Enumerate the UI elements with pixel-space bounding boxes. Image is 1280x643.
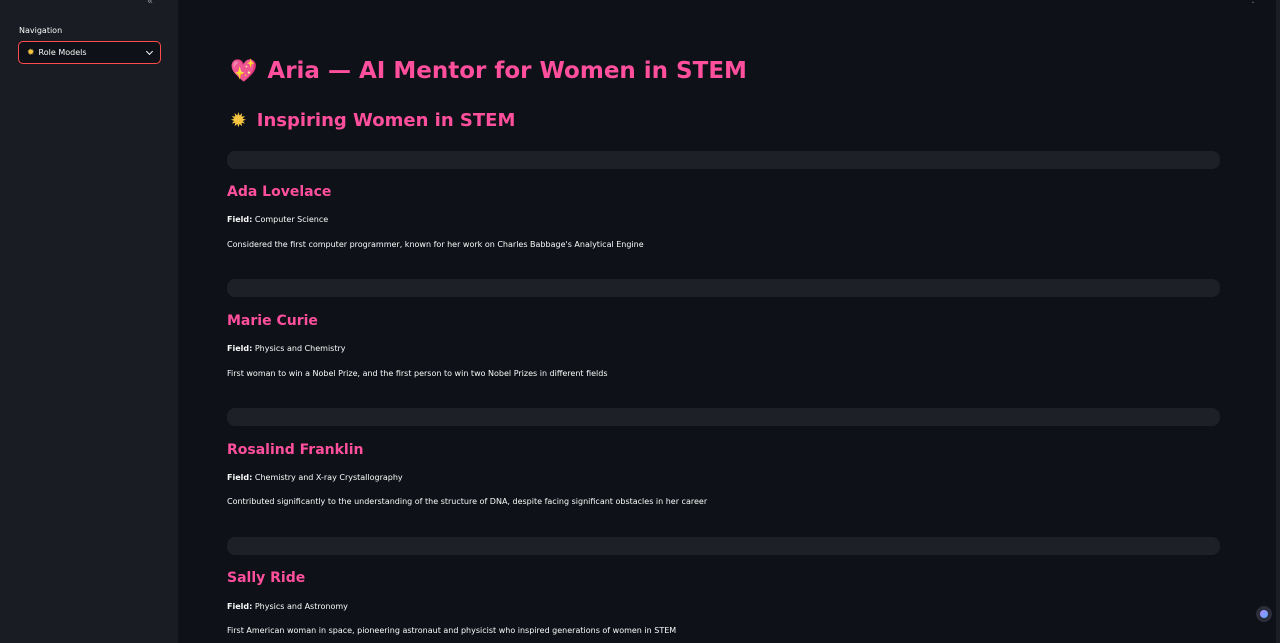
section-title: ✹ Inspiring Women in STEM <box>230 108 515 132</box>
main-menu-icon[interactable]: ⋮ <box>1248 0 1258 5</box>
role-model-description: First American woman in space, pioneerin… <box>227 626 677 635</box>
section-title-text: Inspiring Women in STEM <box>256 109 516 131</box>
field-label: Field: <box>227 602 253 611</box>
role-model-name: Rosalind Franklin <box>227 442 364 458</box>
app-window: « Navigation ✹ Role Models ⋮ 💖 Aria — AI… <box>0 0 1280 643</box>
sidebar: « Navigation ✹ Role Models <box>0 0 178 643</box>
field-value: Physics and Astronomy <box>254 602 348 611</box>
role-model-description: Considered the first computer programmer… <box>227 240 644 249</box>
role-model-description: Contributed significantly to the underst… <box>227 497 708 506</box>
field-label: Field: <box>227 473 253 482</box>
role-model-name: Sally Ride <box>227 570 306 586</box>
field-value: Physics and Chemistry <box>254 344 346 353</box>
navigation-label: Navigation <box>19 26 63 35</box>
role-model-name: Marie Curie <box>227 313 318 329</box>
page-title-text: Aria — AI Mentor for Women in STEM <box>267 58 747 84</box>
role-model-description: First woman to win a Nobel Prize, and th… <box>227 369 608 378</box>
field-value: Chemistry and X-ray Crystallography <box>254 473 403 482</box>
assistant-icon[interactable] <box>1256 606 1272 622</box>
chevron-down-icon <box>145 47 154 55</box>
main-content: ⋮ 💖 Aria — AI Mentor for Women in STEM ✹… <box>178 0 1280 643</box>
navigation-select-value: Role Models <box>38 48 87 57</box>
card-divider <box>227 151 1220 169</box>
sun-icon: ✹ <box>27 47 35 58</box>
field-label: Field: <box>227 344 253 353</box>
sparkling-heart-icon: 💖 <box>230 58 258 84</box>
role-model-name: Ada Lovelace <box>227 184 332 200</box>
card-divider <box>227 537 1220 555</box>
sun-icon: ✹ <box>230 108 247 132</box>
field-label: Field: <box>227 215 253 224</box>
page-title: 💖 Aria — AI Mentor for Women in STEM <box>230 58 747 84</box>
role-model-field: Field: Computer Science <box>227 215 328 224</box>
card-divider <box>227 279 1220 297</box>
role-model-field: Field: Chemistry and X-ray Crystallograp… <box>227 473 403 482</box>
role-model-field: Field: Physics and Astronomy <box>227 602 348 611</box>
role-model-field: Field: Physics and Chemistry <box>227 344 346 353</box>
field-value: Computer Science <box>254 215 329 224</box>
collapse-sidebar-icon[interactable]: « <box>147 0 153 7</box>
card-divider <box>227 408 1220 426</box>
navigation-select[interactable]: ✹ Role Models <box>18 41 161 64</box>
